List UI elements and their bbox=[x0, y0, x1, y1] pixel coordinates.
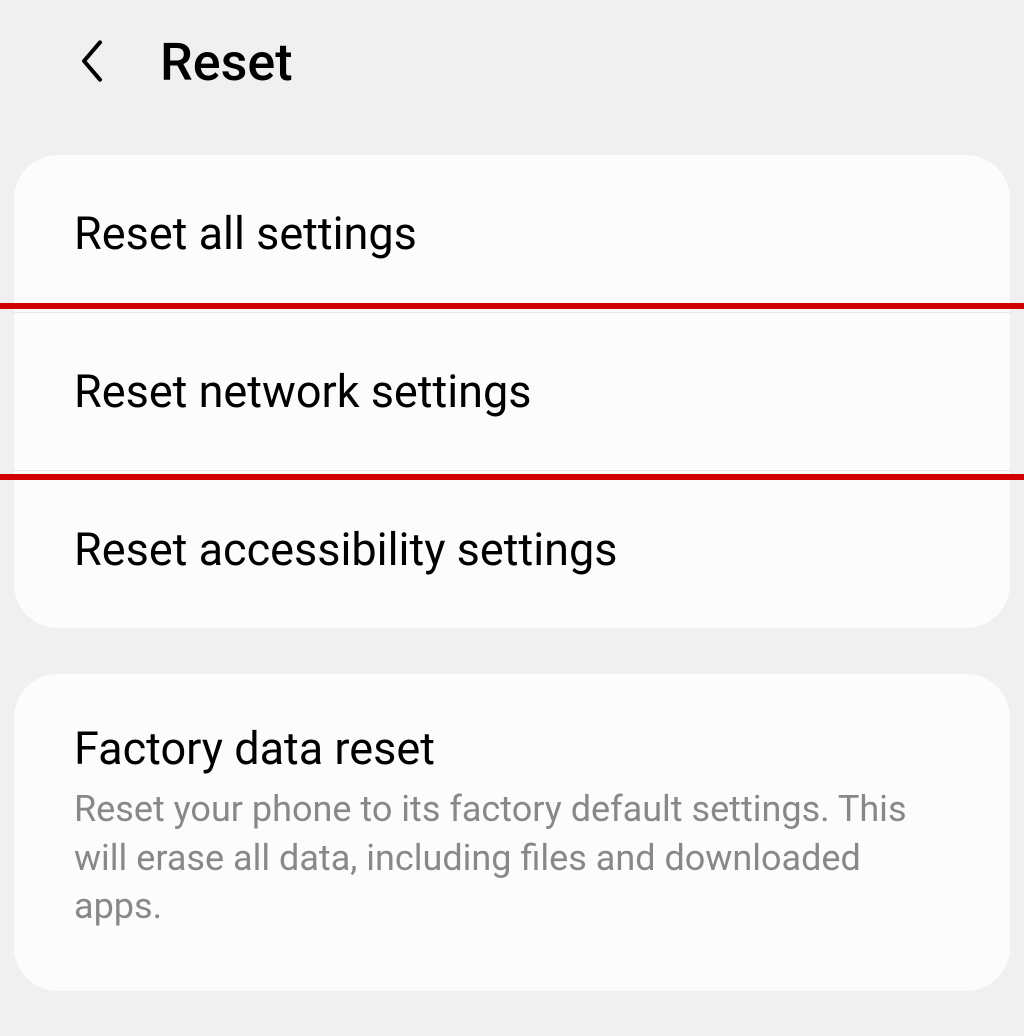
page-title: Reset bbox=[160, 32, 293, 93]
reset-all-settings-item[interactable]: Reset all settings bbox=[14, 155, 1010, 313]
reset-options-group: Reset all settings Reset network setting… bbox=[14, 155, 1010, 628]
item-subtitle: Reset your phone to its factory default … bbox=[74, 785, 950, 931]
reset-network-settings-item[interactable]: Reset network settings bbox=[14, 313, 1010, 471]
factory-reset-group: Factory data reset Reset your phone to i… bbox=[14, 674, 1010, 991]
page-header: Reset bbox=[0, 0, 1024, 125]
back-button[interactable] bbox=[72, 43, 112, 83]
reset-accessibility-settings-item[interactable]: Reset accessibility settings bbox=[14, 471, 1010, 628]
item-title: Reset all settings bbox=[74, 207, 950, 260]
item-title: Reset accessibility settings bbox=[74, 523, 950, 576]
factory-data-reset-item[interactable]: Factory data reset Reset your phone to i… bbox=[14, 674, 1010, 991]
item-title: Factory data reset bbox=[74, 722, 950, 775]
item-title: Reset network settings bbox=[74, 365, 950, 418]
chevron-left-icon bbox=[76, 37, 108, 89]
